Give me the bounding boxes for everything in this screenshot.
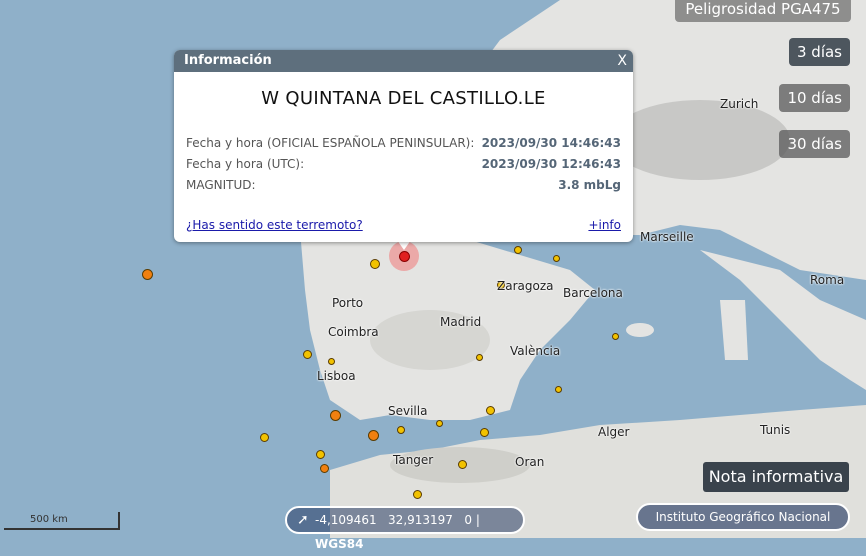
- city-label: Oran: [515, 455, 545, 469]
- city-label: Tanger: [393, 453, 434, 467]
- city-label: Alger: [598, 425, 630, 439]
- city-label: Barcelona: [563, 286, 623, 300]
- earthquake-location-title: W QUINTANA DEL CASTILLO.LE: [261, 88, 546, 109]
- info-popup: Información X W QUINTANA DEL CASTILLO.LE…: [174, 50, 633, 242]
- land-mallorca: [626, 323, 654, 337]
- city-label: Coimbra: [328, 325, 379, 339]
- earthquake-marker[interactable]: [328, 358, 335, 365]
- local-time-row: Fecha y hora (OFICIAL ESPAÑOLA PENINSULA…: [186, 136, 621, 150]
- earthquake-marker[interactable]: [486, 406, 495, 415]
- earthquake-marker[interactable]: [142, 269, 153, 280]
- city-label: Tunis: [760, 423, 791, 437]
- felt-earthquake-link[interactable]: ¿Has sentido este terremoto?: [186, 218, 363, 232]
- local-time-value: 2023/09/30 14:46:43: [481, 136, 621, 150]
- city-label: Porto: [332, 296, 364, 310]
- city-label: València: [510, 344, 561, 358]
- earthquake-marker[interactable]: [612, 333, 619, 340]
- scale-bar: 500 km: [4, 512, 120, 530]
- altitude-value: 0: [464, 513, 473, 527]
- city-label: Zaragoza: [497, 279, 554, 293]
- utc-time-row: Fecha y hora (UTC): 2023/09/30 12:46:43: [186, 157, 621, 171]
- earthquake-marker[interactable]: [303, 350, 312, 359]
- earthquake-marker[interactable]: [320, 464, 329, 473]
- latitude-value: 32,913197: [388, 513, 453, 527]
- earthquake-marker[interactable]: [476, 354, 483, 361]
- earthquake-marker[interactable]: [436, 420, 443, 427]
- utc-time-label: Fecha y hora (UTC):: [186, 157, 305, 171]
- city-label: Marseille: [640, 230, 694, 244]
- local-time-label: Fecha y hora (OFICIAL ESPAÑOLA PENINSULA…: [186, 136, 475, 150]
- earthquake-marker[interactable]: [260, 433, 269, 442]
- close-button[interactable]: X: [617, 50, 627, 72]
- magnitude-row: MAGNITUD: 3.8 mbLg: [186, 178, 621, 192]
- cursor-icon: ➚: [297, 512, 309, 528]
- city-label: Sevilla: [388, 404, 428, 418]
- scale-label: 500 km: [30, 514, 68, 525]
- crs-value: WGS84: [315, 537, 364, 551]
- earthquake-marker[interactable]: [458, 460, 467, 469]
- days-30-button[interactable]: 30 días: [779, 130, 850, 158]
- days-10-button[interactable]: 10 días: [779, 84, 850, 112]
- earthquake-marker[interactable]: [514, 246, 522, 254]
- coordinates-readout: ➚ -4,109461 32,913197 0 | WGS84: [285, 506, 525, 551]
- earthquake-marker[interactable]: [397, 426, 405, 434]
- city-label: Lisboa: [317, 369, 356, 383]
- hazard-layer-button[interactable]: Peligrosidad PGA475: [675, 0, 851, 22]
- selected-earthquake-marker[interactable]: [399, 251, 410, 262]
- earthquake-marker[interactable]: [370, 259, 380, 269]
- earthquake-marker[interactable]: [413, 490, 422, 499]
- city-label: Madrid: [440, 315, 482, 329]
- longitude-value: -4,109461: [315, 513, 377, 527]
- magnitude-value: 3.8 mbLg: [558, 178, 621, 192]
- more-info-link[interactable]: +info: [588, 218, 621, 232]
- earthquake-marker[interactable]: [553, 255, 560, 262]
- nota-informativa-button[interactable]: Nota informativa: [703, 462, 849, 492]
- city-label: Zurich: [720, 97, 759, 111]
- popup-header-title: Información: [184, 53, 272, 68]
- earthquake-marker[interactable]: [480, 428, 489, 437]
- city-label: Roma: [810, 273, 845, 287]
- ign-link[interactable]: Instituto Geográfico Nacional: [636, 503, 850, 531]
- earthquake-marker[interactable]: [368, 430, 379, 441]
- magnitude-label: MAGNITUD:: [186, 178, 256, 192]
- earthquake-marker[interactable]: [555, 386, 562, 393]
- earthquake-marker[interactable]: [316, 450, 325, 459]
- earthquake-marker[interactable]: [330, 410, 341, 421]
- days-3-button[interactable]: 3 días: [788, 38, 850, 66]
- popup-header: Información X: [174, 50, 633, 72]
- utc-time-value: 2023/09/30 12:46:43: [481, 157, 621, 171]
